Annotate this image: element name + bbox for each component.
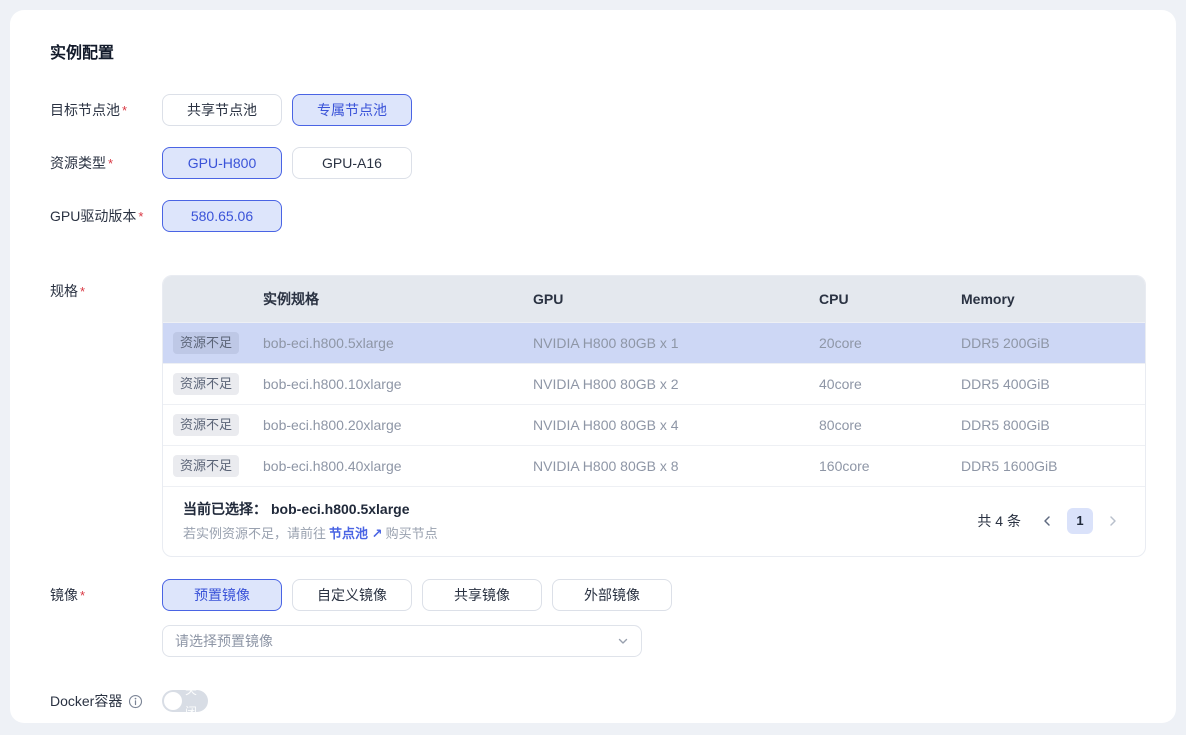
resource-hint: 若实例资源不足，请前往节点池 ↗购买节点: [183, 523, 438, 542]
form-row-docker: Docker容器 关闭: [50, 685, 1146, 717]
required-marker: *: [108, 156, 113, 171]
custom-image-button[interactable]: 自定义镜像: [292, 579, 412, 611]
table-header-row: 实例规格 GPU CPU Memory: [163, 276, 1145, 322]
required-marker: *: [80, 284, 85, 299]
resource-type-label: 资源类型*: [50, 147, 162, 180]
pagination: 共 4 条 1: [977, 508, 1125, 534]
preset-image-select[interactable]: 请选择预置镜像: [162, 625, 642, 657]
spec-label: 规格*: [50, 275, 162, 308]
gpu-a16-button[interactable]: GPU-A16: [292, 147, 412, 179]
chevron-right-icon: [1106, 514, 1120, 528]
docker-label: Docker容器: [50, 685, 162, 717]
cell-cpu: 80core: [819, 404, 961, 445]
cell-spec: bob-eci.h800.20xlarge: [263, 404, 533, 445]
dedicated-node-pool-button[interactable]: 专属节点池: [292, 94, 412, 126]
cell-cpu: 160core: [819, 445, 961, 486]
table-row-h800-40xlarge[interactable]: 资源不足 bob-eci.h800.40xlarge NVIDIA H800 8…: [163, 445, 1145, 486]
form-row-target-node-pool: 目标节点池* 共享节点池 专属节点池: [50, 94, 1146, 127]
shared-image-button[interactable]: 共享镜像: [422, 579, 542, 611]
current-selection: 当前已选择：bob-eci.h800.5xlarge: [183, 499, 438, 519]
external-link-icon: ↗: [372, 526, 383, 541]
column-badge: [163, 276, 263, 322]
hint-suffix: 购买节点: [386, 526, 438, 541]
node-pool-link-text: 节点池: [329, 526, 368, 541]
external-image-button[interactable]: 外部镜像: [552, 579, 672, 611]
cell-cpu: 40core: [819, 363, 961, 404]
gpu-h800-button[interactable]: GPU-H800: [162, 147, 282, 179]
cell-memory: DDR5 1600GiB: [961, 445, 1145, 486]
spec-table: 实例规格 GPU CPU Memory 资源不足 bob-eci.h800.5x…: [162, 275, 1146, 557]
node-pool-link[interactable]: 节点池 ↗: [329, 526, 383, 541]
docker-toggle[interactable]: 关闭: [162, 690, 208, 712]
select-placeholder: 请选择预置镜像: [175, 631, 273, 651]
cell-memory: DDR5 200GiB: [961, 322, 1145, 363]
label-text: 规格: [50, 283, 78, 299]
total-count: 共 4 条: [977, 511, 1021, 531]
column-spec: 实例规格: [263, 276, 533, 322]
table-row-h800-10xlarge[interactable]: 资源不足 bob-eci.h800.10xlarge NVIDIA H800 8…: [163, 363, 1145, 404]
page-title: 实例配置: [50, 44, 1146, 64]
required-marker: *: [138, 209, 143, 224]
form-row-resource-type: 资源类型* GPU-H800 GPU-A16: [50, 147, 1146, 180]
cell-spec: bob-eci.h800.5xlarge: [263, 322, 533, 363]
shared-node-pool-button[interactable]: 共享节点池: [162, 94, 282, 126]
label-text: Docker容器: [50, 685, 122, 717]
form-row-gpu-driver: GPU驱动版本* 580.65.06: [50, 200, 1146, 233]
cell-spec: bob-eci.h800.10xlarge: [263, 363, 533, 404]
next-page-button[interactable]: [1101, 509, 1125, 533]
required-marker: *: [122, 103, 127, 118]
chevron-down-icon: [617, 635, 629, 647]
target-node-pool-label: 目标节点池*: [50, 94, 162, 127]
info-icon[interactable]: [128, 694, 143, 709]
toggle-knob-icon: [164, 692, 182, 710]
label-text: 目标节点池: [50, 102, 120, 118]
form-row-image: 镜像* 预置镜像 自定义镜像 共享镜像 外部镜像 请选择预置镜像: [50, 579, 1146, 657]
table-footer: 当前已选择：bob-eci.h800.5xlarge 若实例资源不足，请前往节点…: [163, 486, 1145, 556]
cell-memory: DDR5 800GiB: [961, 404, 1145, 445]
resource-insufficient-badge: 资源不足: [173, 332, 239, 354]
page-number-current[interactable]: 1: [1067, 508, 1093, 534]
cell-memory: DDR5 400GiB: [961, 363, 1145, 404]
required-marker: *: [80, 588, 85, 603]
form-row-spec: 规格* 实例规格 GPU CPU Memory 资源不足 bob-e: [50, 275, 1146, 557]
current-selection-label: 当前已选择：: [183, 501, 267, 517]
resource-insufficient-badge: 资源不足: [173, 373, 239, 395]
column-cpu: CPU: [819, 276, 961, 322]
cell-gpu: NVIDIA H800 80GB x 4: [533, 404, 819, 445]
resource-insufficient-badge: 资源不足: [173, 455, 239, 477]
cell-cpu: 20core: [819, 322, 961, 363]
cell-gpu: NVIDIA H800 80GB x 8: [533, 445, 819, 486]
label-text: 镜像: [50, 587, 78, 603]
toggle-state-label: 关闭: [185, 679, 208, 723]
hint-prefix: 若实例资源不足，请前往: [183, 526, 326, 541]
driver-version-button[interactable]: 580.65.06: [162, 200, 282, 232]
cell-gpu: NVIDIA H800 80GB x 1: [533, 322, 819, 363]
current-selection-value: bob-eci.h800.5xlarge: [271, 501, 410, 517]
column-gpu: GPU: [533, 276, 819, 322]
column-memory: Memory: [961, 276, 1145, 322]
cell-spec: bob-eci.h800.40xlarge: [263, 445, 533, 486]
resource-insufficient-badge: 资源不足: [173, 414, 239, 436]
chevron-left-icon: [1040, 514, 1054, 528]
gpu-driver-label: GPU驱动版本*: [50, 200, 162, 233]
preset-image-button[interactable]: 预置镜像: [162, 579, 282, 611]
prev-page-button[interactable]: [1035, 509, 1059, 533]
cell-gpu: NVIDIA H800 80GB x 2: [533, 363, 819, 404]
image-label: 镜像*: [50, 579, 162, 612]
instance-config-card: 实例配置 目标节点池* 共享节点池 专属节点池 资源类型* GPU-H800 G…: [10, 10, 1176, 723]
table-row-h800-5xlarge[interactable]: 资源不足 bob-eci.h800.5xlarge NVIDIA H800 80…: [163, 322, 1145, 363]
label-text: 资源类型: [50, 155, 106, 171]
table-row-h800-20xlarge[interactable]: 资源不足 bob-eci.h800.20xlarge NVIDIA H800 8…: [163, 404, 1145, 445]
label-text: GPU驱动版本: [50, 208, 136, 224]
